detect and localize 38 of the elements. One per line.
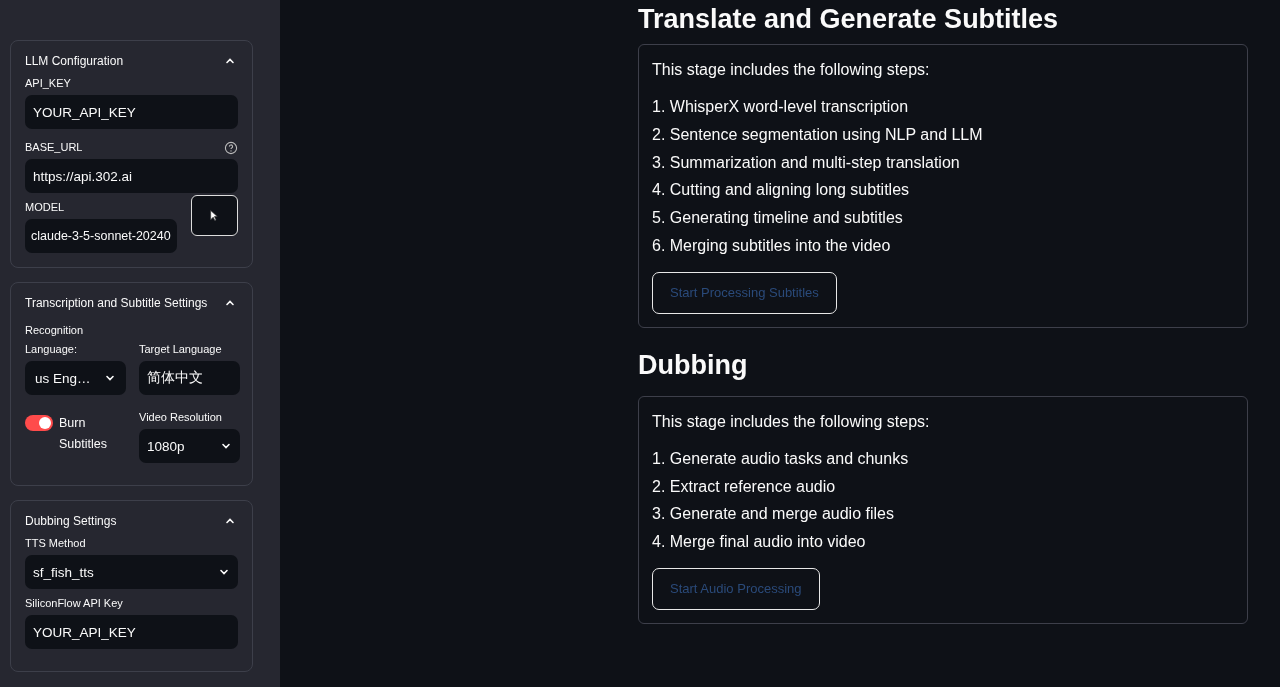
- input-field[interactable]: claude-3-5-sonnet-20240: [25, 219, 177, 253]
- input-field[interactable]: YOUR_API_KEY: [25, 95, 238, 129]
- step-item: 1. Generate audio tasks and chunks: [652, 448, 910, 469]
- input-field[interactable]: YOUR_API_KEY: [25, 615, 238, 649]
- field-label: Target Language: [139, 343, 223, 355]
- toggle-label: Burn Subtitles: [59, 415, 108, 453]
- field-label: Video Resolution: [139, 411, 223, 423]
- help-icon[interactable]: [224, 141, 238, 155]
- panel-title: LLM Configuration: [25, 54, 124, 68]
- panel-title: Transcription and Subtitle Settings: [25, 296, 208, 310]
- step-item: 1. WhisperX word-level transcription: [652, 97, 910, 117]
- field-label: SiliconFlow API Key: [25, 597, 124, 609]
- intro-text: This stage includes the following steps:: [652, 61, 931, 79]
- section-heading: Translate and Generate Subtitles: [638, 3, 1060, 36]
- field-label: MODEL: [25, 201, 66, 213]
- pointer-icon: [209, 209, 220, 222]
- language-dropdown[interactable]: us Eng…: [25, 361, 126, 395]
- field-label: API_KEY: [25, 77, 72, 89]
- input-field[interactable]: https://api.302.ai: [25, 159, 238, 193]
- step-item: 4. Cutting and aligning long subtitles: [652, 180, 911, 201]
- section-heading: Dubbing: [638, 348, 749, 382]
- step-item: 2. Sentence segmentation using NLP and LLM: [652, 124, 984, 145]
- step-item: 3. Summarization and multi-step translation: [652, 152, 961, 173]
- panel-title: Dubbing Settings: [25, 514, 117, 528]
- resolution-dropdown[interactable]: 1080p: [139, 429, 240, 463]
- intro-text: This stage includes the following steps:: [652, 412, 931, 431]
- toggle-switch[interactable]: [25, 415, 53, 431]
- field-label: TTS Method: [25, 537, 87, 549]
- step-item: 4. Merge final audio into video: [652, 532, 867, 553]
- field-label: Recognition Language:: [25, 323, 85, 357]
- field-label: BASE_URL: [25, 141, 83, 153]
- step-item: 2. Extract reference audio: [652, 476, 837, 497]
- step-item: 3. Generate and merge audio files: [652, 504, 895, 525]
- tts-dropdown[interactable]: sf_fish_tts: [25, 555, 238, 589]
- input-field[interactable]: 简体中文: [139, 361, 240, 395]
- step-item: 5. Generating timeline and subtitles: [652, 208, 904, 229]
- icon-button[interactable]: [190, 195, 238, 236]
- step-item: 6. Merging subtitles into the video: [652, 236, 892, 256]
